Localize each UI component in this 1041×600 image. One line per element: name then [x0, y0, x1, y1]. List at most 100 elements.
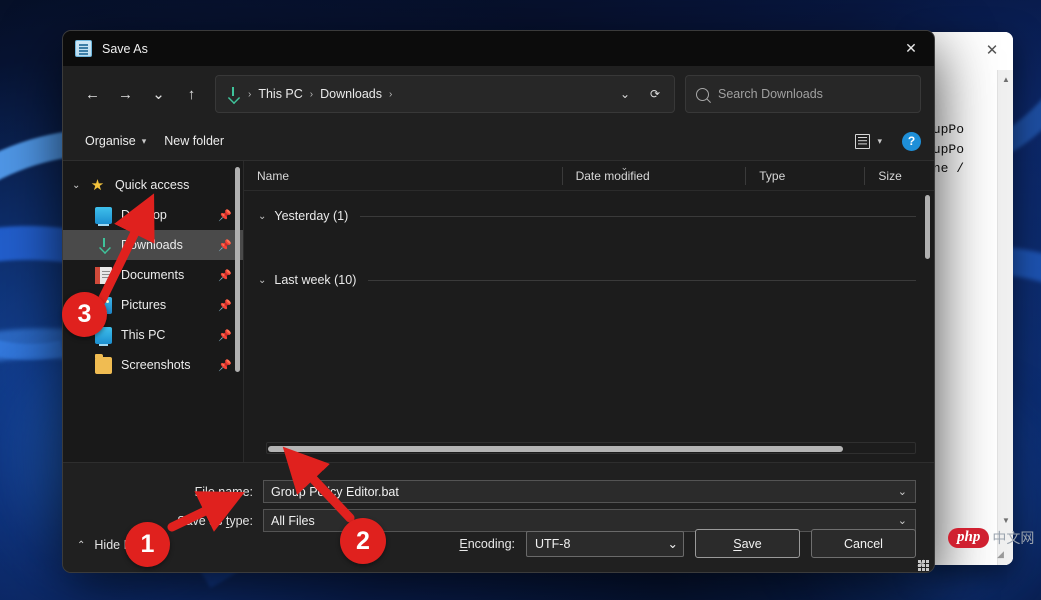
- sidebar-item-desktop[interactable]: Desktop 📌: [63, 200, 243, 230]
- pin-icon[interactable]: 📌: [217, 299, 233, 312]
- file-list-vertical-scrollbar[interactable]: [925, 195, 930, 259]
- chevron-up-icon: ⌃: [77, 540, 85, 551]
- file-list-pane[interactable]: Name Date modified ⌄ Type Size ⌄ Yesterd…: [244, 161, 934, 462]
- command-bar: Organise ▾ New folder ▾ ?: [63, 122, 934, 160]
- file-list-horizontal-scrollbar[interactable]: [266, 442, 916, 454]
- dialog-main-area: ⌄ ★ Quick access Desktop 📌 Downloads 📌 D…: [63, 160, 934, 462]
- file-name-label: File name:: [63, 485, 263, 499]
- view-options-button[interactable]: ▾: [849, 130, 888, 153]
- refresh-icon[interactable]: ⟳: [640, 79, 670, 109]
- breadcrumb-downloads[interactable]: Downloads: [316, 83, 386, 105]
- callout-badge-3: 3: [62, 292, 107, 337]
- encoding-combo[interactable]: UTF-8 ⌄: [526, 531, 684, 557]
- save-button-label: ave: [742, 537, 762, 551]
- scroll-down-icon[interactable]: ▼: [998, 513, 1013, 529]
- chevron-down-icon[interactable]: ⌄: [898, 485, 911, 498]
- file-group-header[interactable]: ⌄ Last week (10): [244, 267, 934, 293]
- new-folder-button[interactable]: New folder: [155, 129, 233, 153]
- column-header-size[interactable]: Size: [864, 167, 934, 185]
- callout-badge-1: 1: [125, 522, 170, 567]
- sidebar-scrollbar[interactable]: [235, 167, 240, 372]
- dialog-footer: File name: Group Policy Editor.bat ⌄ Sav…: [63, 462, 934, 572]
- callout-badge-2: 2: [340, 518, 386, 564]
- column-headers: Name Date modified ⌄ Type Size: [244, 161, 934, 191]
- chevron-down-icon: ▾: [142, 136, 147, 147]
- search-icon: [693, 85, 711, 103]
- navigation-bar: ← → ⌄ ↑ › This PC › Downloads › ⌄ ⟳ Sear…: [63, 66, 934, 122]
- sidebar-item-label: Pictures: [121, 298, 217, 312]
- downloads-arrow-icon: [95, 237, 112, 254]
- pin-icon[interactable]: 📌: [217, 269, 233, 282]
- sidebar-item-downloads[interactable]: Downloads 📌: [63, 230, 243, 260]
- site-watermark: php 中文网: [948, 528, 1034, 548]
- notepad-vertical-scrollbar[interactable]: ▲ ▼: [997, 70, 1013, 565]
- chevron-down-icon[interactable]: ⌄: [72, 180, 80, 191]
- forward-button[interactable]: →: [109, 78, 142, 110]
- sidebar-item-label: Screenshots: [121, 358, 217, 372]
- save-as-type-label: Save as type:: [63, 514, 263, 528]
- sidebar-item-label: Downloads: [121, 238, 217, 252]
- column-header-name[interactable]: Name: [244, 167, 562, 185]
- chevron-down-icon[interactable]: ⌄: [610, 79, 640, 109]
- cancel-button[interactable]: Cancel: [811, 529, 916, 558]
- chevron-down-icon: ▾: [877, 136, 882, 147]
- save-button[interactable]: Save: [695, 529, 800, 558]
- address-bar[interactable]: › This PC › Downloads › ⌄ ⟳: [215, 75, 675, 113]
- view-list-icon: [855, 134, 870, 149]
- column-header-date-label: Date modified: [576, 169, 650, 183]
- search-box[interactable]: Search Downloads: [685, 75, 921, 113]
- chevron-down-icon[interactable]: ⌄: [258, 275, 266, 286]
- sidebar-item-documents[interactable]: Documents 📌: [63, 260, 243, 290]
- notepad-window[interactable]: ✕ oupPo oupPo ine / ▲ ▼ ◢: [925, 32, 1013, 565]
- dialog-title: Save As: [102, 42, 148, 56]
- pin-icon[interactable]: 📌: [217, 209, 233, 222]
- help-icon[interactable]: ?: [902, 132, 921, 151]
- encoding-group: Encoding: UTF-8 ⌄ Save Cancel: [459, 529, 916, 558]
- scroll-up-icon[interactable]: ▲: [998, 72, 1013, 88]
- new-folder-label: New folder: [164, 134, 224, 148]
- sidebar-item-label: Desktop: [121, 208, 217, 222]
- breadcrumb-this-pc[interactable]: This PC: [254, 83, 306, 105]
- file-name-input[interactable]: Group Policy Editor.bat: [271, 485, 898, 499]
- column-header-date-modified[interactable]: Date modified ⌄: [562, 167, 746, 185]
- desktop-monitor-icon: [95, 207, 112, 224]
- group-divider: [360, 216, 916, 217]
- file-group-header[interactable]: ⌄ Yesterday (1): [244, 203, 934, 229]
- organise-label: Organise: [85, 134, 136, 148]
- back-button[interactable]: ←: [76, 78, 109, 110]
- column-header-type[interactable]: Type: [745, 167, 864, 185]
- recent-locations-button[interactable]: ⌄: [142, 78, 175, 110]
- breadcrumb-separator: ›: [386, 89, 395, 100]
- notepad-close-icon[interactable]: ✕: [981, 40, 1003, 62]
- chevron-down-icon[interactable]: ⌄: [898, 514, 911, 527]
- save-as-type-label-post: ype:: [229, 514, 253, 528]
- close-icon[interactable]: ✕: [888, 31, 934, 66]
- search-input[interactable]: Search Downloads: [718, 87, 823, 101]
- up-button[interactable]: ↑: [175, 78, 208, 110]
- sidebar-item-screenshots[interactable]: Screenshots 📌: [63, 350, 243, 380]
- file-name-combo[interactable]: Group Policy Editor.bat ⌄: [263, 480, 916, 503]
- file-group-label: Yesterday (1): [274, 209, 348, 223]
- scrollbar-thumb[interactable]: [268, 446, 843, 452]
- group-divider: [368, 280, 916, 281]
- chevron-down-icon[interactable]: ⌄: [258, 211, 266, 222]
- breadcrumb-separator: ›: [307, 89, 316, 100]
- sidebar-item-quick-access[interactable]: ⌄ ★ Quick access: [63, 170, 243, 200]
- pin-icon[interactable]: 📌: [217, 359, 233, 372]
- watermark-suffix: 中文网: [992, 528, 1034, 548]
- document-icon: [95, 267, 112, 284]
- file-name-row: File name: Group Policy Editor.bat ⌄: [63, 480, 934, 503]
- notepad-text-content[interactable]: oupPo oupPo ine /: [925, 70, 997, 565]
- notepad-titlebar: ✕: [925, 32, 1013, 70]
- downloads-arrow-icon: [225, 86, 241, 102]
- organise-button[interactable]: Organise ▾: [76, 129, 155, 153]
- file-name-label-pre: File: [195, 485, 219, 499]
- chevron-down-icon[interactable]: ⌄: [668, 536, 678, 551]
- sidebar-item-label: Quick access: [115, 178, 243, 192]
- sort-ascending-icon: ⌄: [621, 161, 629, 176]
- pin-icon[interactable]: 📌: [217, 239, 233, 252]
- notepad-resize-grip-icon[interactable]: ◢: [997, 549, 1009, 561]
- encoding-value: UTF-8: [535, 537, 668, 551]
- watermark-brand: php: [948, 528, 989, 548]
- pin-icon[interactable]: 📌: [217, 329, 233, 342]
